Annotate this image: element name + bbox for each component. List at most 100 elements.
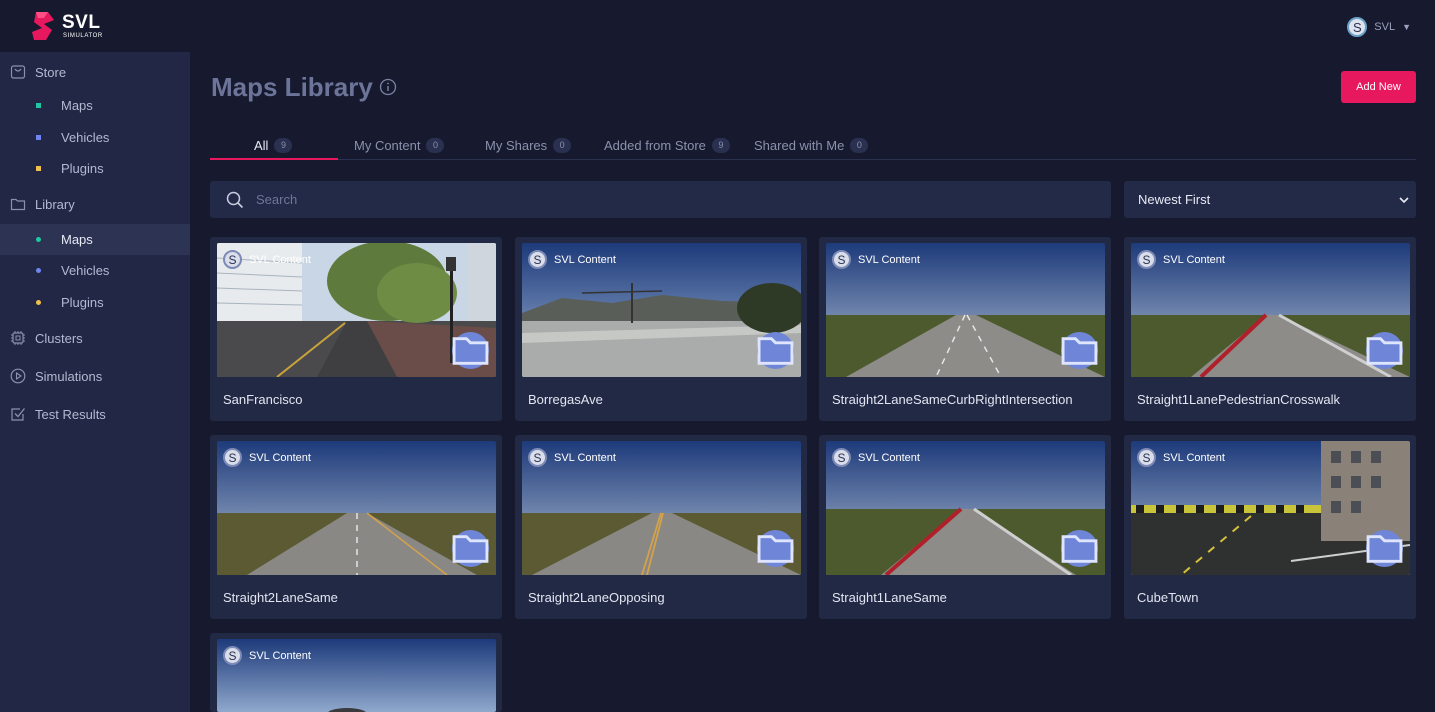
sidebar-item-label: Maps	[61, 98, 93, 113]
sidebar-item-label: Vehicles	[61, 263, 110, 278]
sort-select[interactable]: Newest First	[1124, 181, 1416, 218]
map-name: Straight2LaneOpposing	[528, 590, 665, 605]
folder-icon	[452, 534, 489, 563]
map-card-straight2lanesamecurbrightintersection[interactable]: S SVL Content Straight2LaneSameCurbRight…	[819, 237, 1111, 421]
folder-icon	[1061, 336, 1098, 365]
map-card-cubetown[interactable]: S SVL Content CubeTown	[1124, 435, 1416, 619]
tab-all[interactable]: All 9	[254, 130, 293, 160]
avatar: S	[1347, 17, 1368, 37]
map-thumbnail: S SVL Content	[1131, 441, 1410, 575]
map-thumbnail: S SVL Content	[1131, 243, 1410, 377]
map-name: Straight2LaneSame	[223, 590, 338, 605]
category-dot	[36, 166, 41, 171]
sidebar-item-test-results[interactable]: Test Results	[0, 396, 190, 432]
sidebar-item-store-maps[interactable]: Maps	[0, 90, 190, 121]
sidebar-item-label: Plugins	[61, 161, 104, 176]
owner-badge: S SVL Content	[1137, 448, 1225, 467]
user-menu[interactable]: S SVL ▼	[1347, 16, 1411, 38]
tab-label: My Content	[354, 137, 421, 153]
sidebar-item-library-vehicles[interactable]: Vehicles	[0, 255, 190, 286]
folder-button[interactable]	[452, 530, 489, 567]
sidebar-item-library-plugins[interactable]: Plugins	[0, 287, 190, 318]
owner-name: SVL Content	[1163, 253, 1225, 266]
folder-button[interactable]	[452, 332, 489, 369]
sidebar-item-clusters[interactable]: Clusters	[0, 320, 190, 356]
sidebar-item-label: Library	[35, 196, 75, 212]
sidebar-item-store[interactable]: Store	[0, 54, 190, 90]
owner-avatar: S	[1137, 448, 1156, 467]
search-input[interactable]	[256, 181, 1096, 218]
category-dot	[36, 103, 41, 108]
map-card-straight2laneopposing[interactable]: S SVL Content Straight2LaneOpposing	[515, 435, 807, 619]
owner-name: SVL Content	[249, 451, 311, 464]
add-new-button[interactable]: Add New	[1341, 71, 1416, 103]
sidebar-item-store-vehicles[interactable]: Vehicles	[0, 122, 190, 153]
map-card-borregasave[interactable]: S SVL Content BorregasAve	[515, 237, 807, 421]
map-card[interactable]: S SVL Content	[210, 633, 502, 712]
tab-count-badge: 9	[274, 137, 293, 153]
tab-my-shares[interactable]: My Shares 0	[485, 130, 572, 160]
sidebar-item-simulations[interactable]: Simulations	[0, 358, 190, 394]
sidebar-item-label: Clusters	[35, 330, 83, 346]
tab-bar: All 9 My Content 0 My Shares 0 Added fro…	[210, 130, 1416, 160]
owner-avatar: S	[223, 448, 242, 467]
folder-button[interactable]	[757, 530, 794, 567]
map-card-straight2lanesame[interactable]: S SVL Content Straight2LaneSame	[210, 435, 502, 619]
tab-label: My Shares	[485, 137, 548, 153]
owner-name: SVL Content	[858, 451, 920, 464]
owner-name: SVL Content	[554, 253, 616, 266]
map-card-sanfrancisco[interactable]: S SVL Content SanFrancisco	[210, 237, 502, 421]
sidebar-item-label: Maps	[61, 232, 93, 247]
sidebar-item-store-plugins[interactable]: Plugins	[0, 153, 190, 184]
caret-down-icon: ▼	[1402, 22, 1411, 32]
owner-badge: S SVL Content	[223, 448, 311, 467]
map-name: Straight1LaneSame	[832, 590, 947, 605]
tab-label: All	[254, 137, 269, 153]
folder-button[interactable]	[757, 332, 794, 369]
active-tab-indicator	[210, 158, 338, 160]
category-dot	[36, 268, 41, 273]
owner-badge: S SVL Content	[528, 250, 616, 269]
sidebar-item-library[interactable]: Library	[0, 186, 190, 222]
folder-button[interactable]	[1366, 332, 1403, 369]
owner-badge: S SVL Content	[528, 448, 616, 467]
sidebar: Store Maps Vehicles Plugins Library Maps…	[0, 52, 190, 712]
play-circle-icon	[10, 368, 26, 384]
sidebar-item-label: Store	[35, 64, 67, 80]
tab-shared-with-me[interactable]: Shared with Me 0	[754, 130, 869, 160]
owner-name: SVL Content	[554, 451, 616, 464]
category-dot	[36, 300, 41, 305]
owner-avatar: S	[528, 250, 547, 269]
chip-icon	[11, 331, 25, 345]
page-title: Maps Library	[211, 72, 373, 102]
owner-avatar: S	[832, 250, 851, 269]
shopping-bag-icon	[10, 65, 26, 79]
logo-subtitle: SIMULATOR	[63, 33, 103, 39]
owner-avatar: S	[223, 250, 242, 269]
map-card-straight1lanepedestriancrosswalk[interactable]: S SVL Content Straight1LanePedestrianCro…	[1124, 237, 1416, 421]
tab-my-content[interactable]: My Content 0	[354, 130, 445, 160]
folder-button[interactable]	[1061, 332, 1098, 369]
sidebar-item-library-maps[interactable]: Maps	[0, 224, 190, 255]
owner-badge: S SVL Content	[832, 250, 920, 269]
search-icon	[226, 191, 244, 209]
map-thumbnail: S SVL Content	[217, 441, 496, 575]
tab-count-badge: 0	[553, 137, 572, 153]
map-thumbnail: S SVL Content	[217, 243, 496, 377]
top-bar: SVL SIMULATOR S SVL ▼	[0, 0, 1435, 52]
owner-avatar: S	[223, 646, 242, 665]
owner-name: SVL Content	[858, 253, 920, 266]
owner-name: SVL Content	[249, 649, 311, 662]
svl-logo[interactable]: SVL SIMULATOR	[30, 10, 120, 44]
map-card-straight1lanesame[interactable]: S SVL Content Straight1LaneSame	[819, 435, 1111, 619]
map-name: CubeTown	[1137, 590, 1199, 605]
tab-added-from-store[interactable]: Added from Store 9	[604, 130, 730, 160]
main-content: Maps Library Add New All 9 My Content 0 …	[191, 52, 1435, 712]
info-icon[interactable]	[379, 78, 397, 96]
folder-button[interactable]	[1366, 530, 1403, 567]
folder-icon	[757, 534, 794, 563]
logo-mark-icon	[32, 12, 54, 40]
owner-name: SVL Content	[249, 253, 311, 266]
folder-button[interactable]	[1061, 530, 1098, 567]
checkbox-icon	[11, 408, 26, 421]
